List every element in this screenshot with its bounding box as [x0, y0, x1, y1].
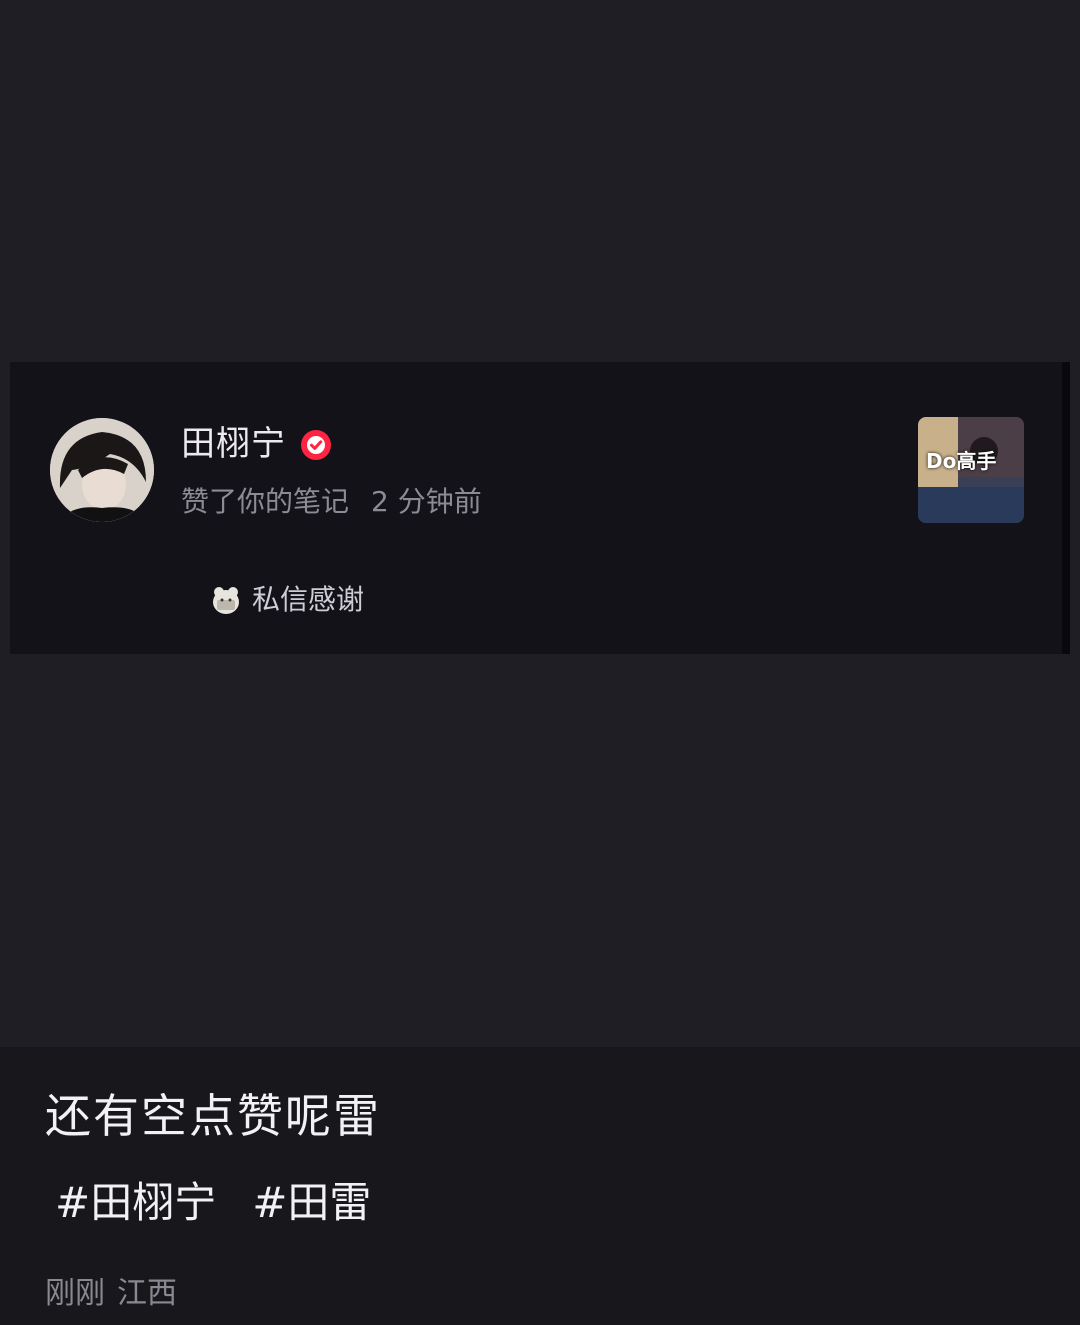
screen: 田栩宁 赞了你的笔记 2 分钟前 Do高手 私信感谢 还有空点赞呢雷 #田栩宁 …: [0, 0, 1080, 1325]
post-caption-panel: 还有空点赞呢雷 #田栩宁 #田雷 刚刚 江西: [0, 1047, 1080, 1325]
verified-check-icon: [301, 430, 331, 460]
user-name[interactable]: 田栩宁: [181, 422, 286, 466]
notification-time: 2 分钟前: [371, 485, 482, 518]
hashtag-list: #田栩宁 #田雷: [55, 1177, 371, 1229]
post-location: 江西: [117, 1276, 177, 1311]
thumbnail-caption: Do高手: [926, 449, 997, 473]
like-notification-card[interactable]: 田栩宁 赞了你的笔记 2 分钟前 Do高手 私信感谢: [10, 362, 1070, 654]
hashtag-link[interactable]: #田栩宁: [55, 1177, 216, 1229]
message-bear-icon: [213, 587, 239, 614]
dm-thanks-label: 私信感谢: [252, 583, 365, 616]
post-time: 刚刚: [45, 1276, 105, 1311]
action-text: 赞了你的笔记: [181, 485, 350, 518]
post-caption: 还有空点赞呢雷: [45, 1089, 381, 1143]
notification-action-line: 赞了你的笔记 2 分钟前: [181, 484, 482, 520]
hashtag-link[interactable]: #田雷: [252, 1177, 371, 1229]
user-avatar[interactable]: [50, 418, 154, 522]
post-meta: 刚刚 江西: [45, 1275, 177, 1313]
note-thumbnail[interactable]: Do高手: [918, 417, 1024, 523]
avatar-photo-icon: [50, 418, 154, 522]
dm-thanks-button[interactable]: 私信感谢: [210, 582, 364, 618]
